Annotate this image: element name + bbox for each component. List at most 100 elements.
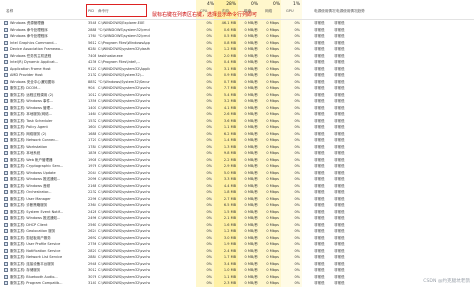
- process-memory: 2.9 MB: [223, 164, 236, 168]
- process-command-line: C:\WINDOWS\system32\svchost.exe -k: [98, 138, 150, 142]
- process-icon: [4, 105, 8, 110]
- process-name: 服务主机: Program Compatib...: [10, 281, 63, 285]
- process-memory: 1.2 MB: [223, 229, 236, 233]
- process-power-trend: 非常低: [334, 274, 345, 279]
- process-gpu: 0%: [294, 151, 300, 155]
- process-cpu: 0%: [206, 47, 212, 51]
- process-icon: [4, 27, 8, 32]
- process-disk: 0 MB/秒: [244, 53, 258, 58]
- column-header-power-trend[interactable]: 电源使用情况趋势: [336, 9, 365, 14]
- process-pid: 2496: [88, 216, 96, 220]
- process-name: 服务主机: Windows 推送通知...: [10, 177, 61, 181]
- process-memory: 3.1 MB: [223, 66, 236, 71]
- process-disk: 0 MB/秒: [244, 73, 258, 77]
- process-memory: 0.6 MB: [223, 27, 236, 32]
- process-power-trend: 非常低: [334, 177, 345, 181]
- process-power-trend: 非常低: [334, 229, 345, 233]
- process-icon: [4, 242, 8, 247]
- process-power-trend: 非常低: [334, 235, 345, 240]
- process-network: 0 Mbps: [266, 60, 279, 64]
- process-memory: 2.1 MB: [223, 216, 236, 220]
- process-cpu: 0%: [206, 268, 212, 272]
- process-command-line: C:\Program Files\WindowsApps\...: [98, 40, 150, 45]
- process-gpu: 0%: [294, 235, 300, 240]
- process-memory: 1.6 MB: [223, 222, 236, 227]
- column-header-network[interactable]: 网络: [265, 9, 272, 14]
- process-command-line: C:\WINDOWS\system32\svchost.exe -k: [98, 151, 150, 155]
- process-network: 0 Mbps: [266, 190, 279, 194]
- disk-total[interactable]: 0%: [234, 2, 258, 7]
- process-cpu: 0%: [206, 235, 212, 240]
- process-gpu: 0%: [294, 138, 300, 142]
- process-cpu: 0%: [206, 105, 212, 110]
- process-command-line: C:\WINDOWS\system32\svchost.exe -k: [98, 255, 150, 259]
- process-memory: 1.7 MB: [223, 255, 236, 259]
- process-power-trend: 非常低: [334, 34, 345, 38]
- process-gpu: 0%: [294, 196, 300, 201]
- process-pid: 904: [88, 86, 95, 90]
- process-network: 0 Mbps: [266, 203, 279, 207]
- process-disk: 0 MB/秒: [244, 177, 258, 181]
- process-icon: [4, 144, 8, 149]
- process-power-trend: 非常低: [334, 144, 345, 149]
- column-header-power[interactable]: 电源使用情况: [314, 9, 336, 14]
- process-power-trend: 非常低: [334, 209, 345, 214]
- process-pid: 3076: [88, 274, 96, 279]
- process-icon: [4, 281, 8, 286]
- process-icon: [4, 216, 8, 221]
- process-network: 0 Mbps: [266, 151, 279, 155]
- process-disk: 0 MB/秒: [244, 40, 258, 45]
- gpu-total[interactable]: 1%: [276, 2, 300, 7]
- process-command-line: C:\WINDOWS\system32\svchost.exe -k: [98, 229, 150, 233]
- process-network: 0 Mbps: [266, 235, 279, 240]
- process-network: 0 Mbps: [266, 229, 279, 233]
- process-disk: 0 MB/秒: [244, 190, 258, 194]
- process-name: 服务主机: Workstation: [10, 144, 48, 149]
- process-name: 服务主机: 本地服务(网络...: [10, 112, 52, 116]
- process-icon: [4, 53, 8, 58]
- memory-total[interactable]: 28%: [212, 2, 236, 7]
- process-name: Intel(R) Dynamic Applicat...: [10, 60, 59, 64]
- process-list[interactable]: Windows 资源管理器 3548 C:\WINDOWS\Explorer.EXE…: [0, 20, 474, 287]
- process-icon: [4, 73, 8, 78]
- process-name: 服务主机: Web 帐户管理器: [10, 157, 53, 162]
- process-pid: 1464: [88, 112, 96, 116]
- process-gpu: 0%: [294, 34, 300, 38]
- process-memory: 0.9 MB: [223, 73, 236, 77]
- process-pid: 2296: [88, 196, 96, 201]
- column-header-gpu[interactable]: GPU: [286, 9, 294, 13]
- process-memory: 6.5 MB: [223, 203, 236, 207]
- process-command-line: C:\WINDOWS\system32\svchost.exe -k: [98, 144, 150, 149]
- process-gpu: 0%: [294, 281, 300, 285]
- process-name: Windows 命令处理程序: [10, 34, 48, 38]
- process-power-trend: 非常低: [334, 255, 345, 259]
- process-command-line: C:\WINDOWS\system32\svchost.exe -k: [98, 99, 150, 103]
- process-name: Windows 资源管理器: [10, 21, 45, 25]
- process-name: 服务主机: 连接设备平台服务: [10, 261, 55, 266]
- process-power-trend: 非常低: [334, 92, 345, 97]
- process-power-trend: 非常低: [334, 203, 345, 207]
- process-name: 服务主机: 存储服务: [10, 268, 41, 272]
- process-gpu: 0%: [294, 66, 300, 71]
- process-gpu: 0%: [294, 99, 300, 103]
- process-pid: 1720: [88, 138, 96, 142]
- process-icon: [4, 125, 8, 130]
- process-cpu: 0%: [206, 216, 212, 220]
- column-header-name[interactable]: 名称: [6, 9, 13, 14]
- process-pid: 1400: [88, 105, 96, 110]
- process-name: Device Association Framewo...: [10, 47, 64, 51]
- process-memory: 5.0 MB: [223, 170, 236, 175]
- process-network: 0 Mbps: [266, 40, 279, 45]
- process-cpu: 0%: [206, 209, 212, 214]
- process-disk: 0 MB/秒: [244, 164, 258, 168]
- process-gpu: 0%: [294, 229, 300, 233]
- cpu-total[interactable]: 4%: [190, 2, 214, 7]
- process-power-trend: 非常低: [334, 164, 345, 168]
- process-pid: 2364: [88, 203, 96, 207]
- process-disk: 0 MB/秒: [244, 27, 258, 32]
- process-cpu: 0%: [206, 190, 212, 194]
- process-command-line: C:\WINDOWS\system32\svchost.exe -k: [98, 261, 150, 266]
- process-cpu: 0%: [206, 144, 212, 149]
- process-command-line: C:\WINDOWS\system32\svchost.exe -k: [98, 248, 150, 253]
- process-pid: 2820: [88, 248, 96, 253]
